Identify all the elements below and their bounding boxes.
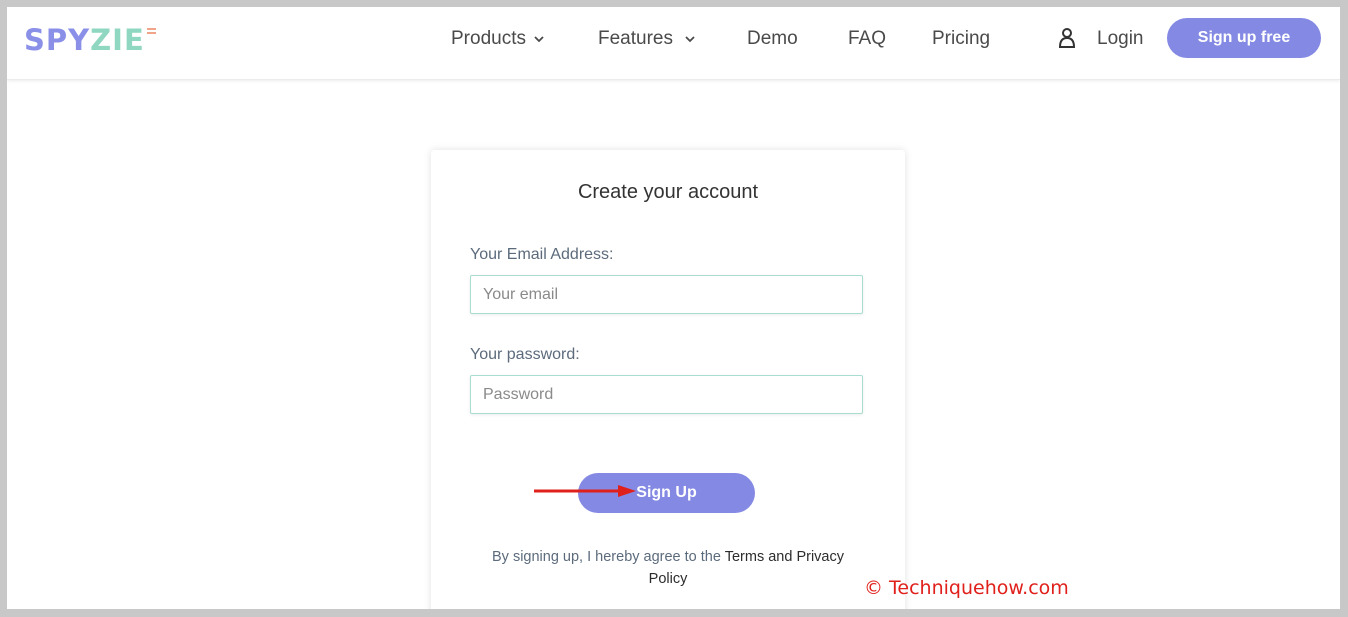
spyzie-logo[interactable]: SPY ZIE (24, 23, 156, 57)
nav-pricing-label: Pricing (932, 28, 991, 49)
chevron-down-icon (685, 36, 695, 43)
card-title: Create your account (577, 181, 759, 203)
signup-free-button[interactable]: Sign up free (1167, 18, 1321, 58)
nav-faq-label: FAQ (848, 28, 887, 49)
terms-text: By signing up, I hereby agree to the Ter… (471, 546, 865, 590)
logo-part2: ZIE (90, 23, 145, 57)
password-field[interactable] (470, 375, 863, 414)
email-field[interactable] (470, 275, 863, 314)
logo-part1: SPY (24, 23, 91, 57)
nav-pricing[interactable]: Pricing (932, 28, 990, 50)
nav-products-label: Products (451, 28, 526, 49)
browser-viewport: SPY ZIE Products Features Demo FAQ Prici… (7, 7, 1340, 609)
watermark: © Techniquehow.com (864, 577, 1069, 599)
nav-login[interactable]: Login (1097, 28, 1144, 50)
user-icon[interactable] (1057, 27, 1077, 49)
nav-features[interactable]: Features (598, 28, 695, 50)
password-label: Your password: (470, 346, 580, 363)
nav-demo-label: Demo (747, 28, 798, 49)
terms-prefix: By signing up, I hereby agree to the (492, 549, 721, 565)
site-header: SPY ZIE Products Features Demo FAQ Prici… (7, 7, 1340, 80)
nav-faq[interactable]: FAQ (848, 28, 886, 50)
signup-card: Create your account Your Email Address: … (431, 150, 905, 609)
nav-features-label: Features (598, 28, 673, 49)
nav-products[interactable]: Products (451, 28, 544, 50)
chevron-down-icon (534, 36, 544, 43)
nav-demo[interactable]: Demo (747, 28, 798, 50)
email-label: Your Email Address: (470, 246, 614, 263)
logo-mark-icon (146, 28, 156, 34)
nav-login-label: Login (1097, 28, 1144, 49)
red-arrow-icon (534, 485, 636, 497)
